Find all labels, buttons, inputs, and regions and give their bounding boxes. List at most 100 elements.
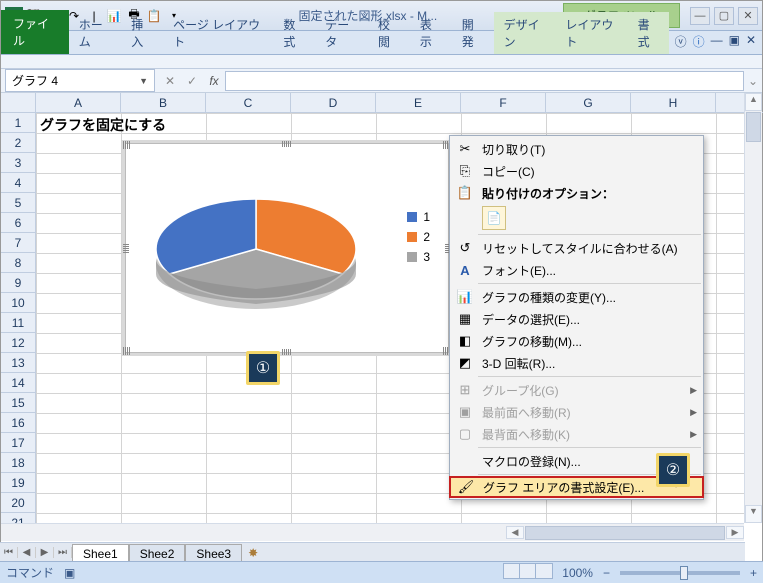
row-header[interactable]: 8 [1, 253, 36, 273]
scroll-thumb[interactable] [525, 526, 725, 540]
row-header[interactable]: 15 [1, 393, 36, 413]
select-all-corner[interactable] [1, 93, 36, 113]
cancel-formula-icon[interactable]: ✕ [159, 74, 181, 88]
sheet-tab[interactable]: Shee2 [129, 544, 186, 563]
paste-option-button[interactable]: 📄 [482, 206, 506, 230]
menu-select-data[interactable]: ▦データの選択(E)... [450, 308, 703, 330]
col-header[interactable]: H [631, 93, 716, 113]
col-header[interactable]: F [461, 93, 546, 113]
scroll-up-icon[interactable]: ▲ [745, 93, 762, 111]
tab-pagelayout[interactable]: ページ レイアウト [163, 12, 273, 54]
maximize-button[interactable]: ▢ [714, 7, 734, 25]
scroll-right-icon[interactable]: ▶ [726, 526, 744, 539]
mdi-minimize-icon[interactable]: — [711, 33, 723, 50]
formula-input[interactable] [225, 71, 744, 91]
menu-cut[interactable]: ✂切り取り(T) [450, 138, 703, 160]
chart-object[interactable]: 1 2 3 [125, 143, 449, 353]
resize-handle[interactable] [123, 243, 129, 253]
row-header[interactable]: 14 [1, 373, 36, 393]
sheet-nav-first-icon[interactable]: ⏮ [0, 547, 18, 558]
sheet-tab[interactable]: Shee3 [185, 544, 242, 563]
col-header[interactable]: C [206, 93, 291, 113]
col-header[interactable]: D [291, 93, 376, 113]
row-header[interactable]: 20 [1, 493, 36, 513]
mdi-restore-icon[interactable]: ▣ [729, 33, 740, 50]
tab-insert[interactable]: 挿入 [121, 12, 163, 54]
tab-review[interactable]: 校閲 [368, 12, 410, 54]
minimize-ribbon-icon[interactable]: ⓥ [675, 33, 687, 50]
fx-icon[interactable]: fx [203, 74, 225, 88]
row-header[interactable]: 10 [1, 293, 36, 313]
chart-legend[interactable]: 1 2 3 [407, 204, 430, 270]
horizontal-scrollbar[interactable]: ◀ ▶ [1, 523, 744, 541]
scroll-down-icon[interactable]: ▼ [745, 505, 762, 523]
row-header[interactable]: 9 [1, 273, 36, 293]
row-header[interactable]: 11 [1, 313, 36, 333]
menu-reset-style[interactable]: ↺リセットしてスタイルに合わせる(A) [450, 237, 703, 259]
row-header[interactable]: 3 [1, 153, 36, 173]
name-box[interactable]: グラフ 4 ▼ [5, 69, 155, 92]
menu-3d-rotation[interactable]: ◩3-D 回転(R)... [450, 352, 703, 374]
vertical-scrollbar[interactable]: ▲ ▼ [744, 93, 762, 523]
menu-change-chart-type[interactable]: 📊グラフの種類の変更(Y)... [450, 286, 703, 308]
sheet-nav-prev-icon[interactable]: ◀ [18, 547, 36, 558]
new-sheet-icon[interactable]: ✸ [242, 546, 264, 560]
tab-design[interactable]: デザイン [494, 12, 556, 54]
row-header[interactable]: 18 [1, 453, 36, 473]
minimize-button[interactable]: — [690, 7, 710, 25]
row-header[interactable]: 16 [1, 413, 36, 433]
tab-layout[interactable]: レイアウト [555, 12, 627, 54]
tab-formulas[interactable]: 数式 [273, 12, 315, 54]
cell-grid[interactable]: グラフを固定にする [36, 113, 744, 523]
row-header[interactable]: 6 [1, 213, 36, 233]
tab-view[interactable]: 表示 [410, 12, 452, 54]
row-header[interactable]: 4 [1, 173, 36, 193]
help-icon[interactable]: ⓘ [693, 33, 705, 50]
enter-formula-icon[interactable]: ✓ [181, 74, 203, 88]
tab-developer[interactable]: 開発 [452, 12, 494, 54]
resize-handle[interactable] [123, 141, 131, 149]
sheet-nav-next-icon[interactable]: ▶ [36, 547, 54, 558]
row-header[interactable]: 5 [1, 193, 36, 213]
menu-copy[interactable]: ⎘コピー(C) [450, 160, 703, 182]
zoom-out-icon[interactable]: − [603, 566, 610, 580]
row-header[interactable]: 13 [1, 353, 36, 373]
row-header[interactable]: 12 [1, 333, 36, 353]
tab-file[interactable]: ファイル [1, 10, 69, 54]
tab-format[interactable]: 書式 [628, 12, 669, 54]
zoom-slider[interactable] [620, 571, 740, 575]
scroll-left-icon[interactable]: ◀ [506, 526, 524, 539]
resize-handle[interactable] [123, 347, 131, 355]
sheet-nav-last-icon[interactable]: ⏭ [54, 547, 72, 558]
legend-swatch [407, 252, 417, 262]
row-header[interactable]: 7 [1, 233, 36, 253]
scroll-thumb[interactable] [746, 112, 761, 142]
tab-data[interactable]: データ [315, 12, 368, 54]
col-header[interactable]: G [546, 93, 631, 113]
menu-font[interactable]: Aフォント(E)... [450, 259, 703, 281]
zoom-in-icon[interactable]: + [750, 566, 757, 580]
resize-handle[interactable] [282, 141, 292, 147]
mdi-close-icon[interactable]: ✕ [746, 33, 756, 50]
row-header[interactable]: 19 [1, 473, 36, 493]
tab-home[interactable]: ホーム [69, 12, 121, 54]
menu-move-chart[interactable]: ◧グラフの移動(M)... [450, 330, 703, 352]
sheet-tab-active[interactable]: Shee1 [72, 544, 129, 563]
expand-formula-icon[interactable]: ⌄ [744, 74, 762, 88]
zoom-slider-thumb[interactable] [680, 566, 688, 580]
row-header[interactable]: 17 [1, 433, 36, 453]
resize-handle[interactable] [282, 349, 292, 355]
pie-chart[interactable] [146, 174, 366, 324]
row-header[interactable]: 2 [1, 133, 36, 153]
zoom-level[interactable]: 100% [562, 566, 593, 580]
close-button[interactable]: ✕ [738, 7, 758, 25]
row-header[interactable]: 1 [1, 113, 36, 133]
menu-group: ⊞グループ化(G)▶ [450, 379, 703, 401]
col-header[interactable]: B [121, 93, 206, 113]
name-box-dropdown-icon[interactable]: ▼ [139, 76, 148, 86]
status-mode: コマンド [6, 564, 54, 581]
col-header[interactable]: A [36, 93, 121, 113]
view-pagebreak-icon[interactable] [535, 563, 553, 579]
col-header[interactable]: E [376, 93, 461, 113]
macro-record-icon[interactable]: ▣ [64, 566, 75, 580]
